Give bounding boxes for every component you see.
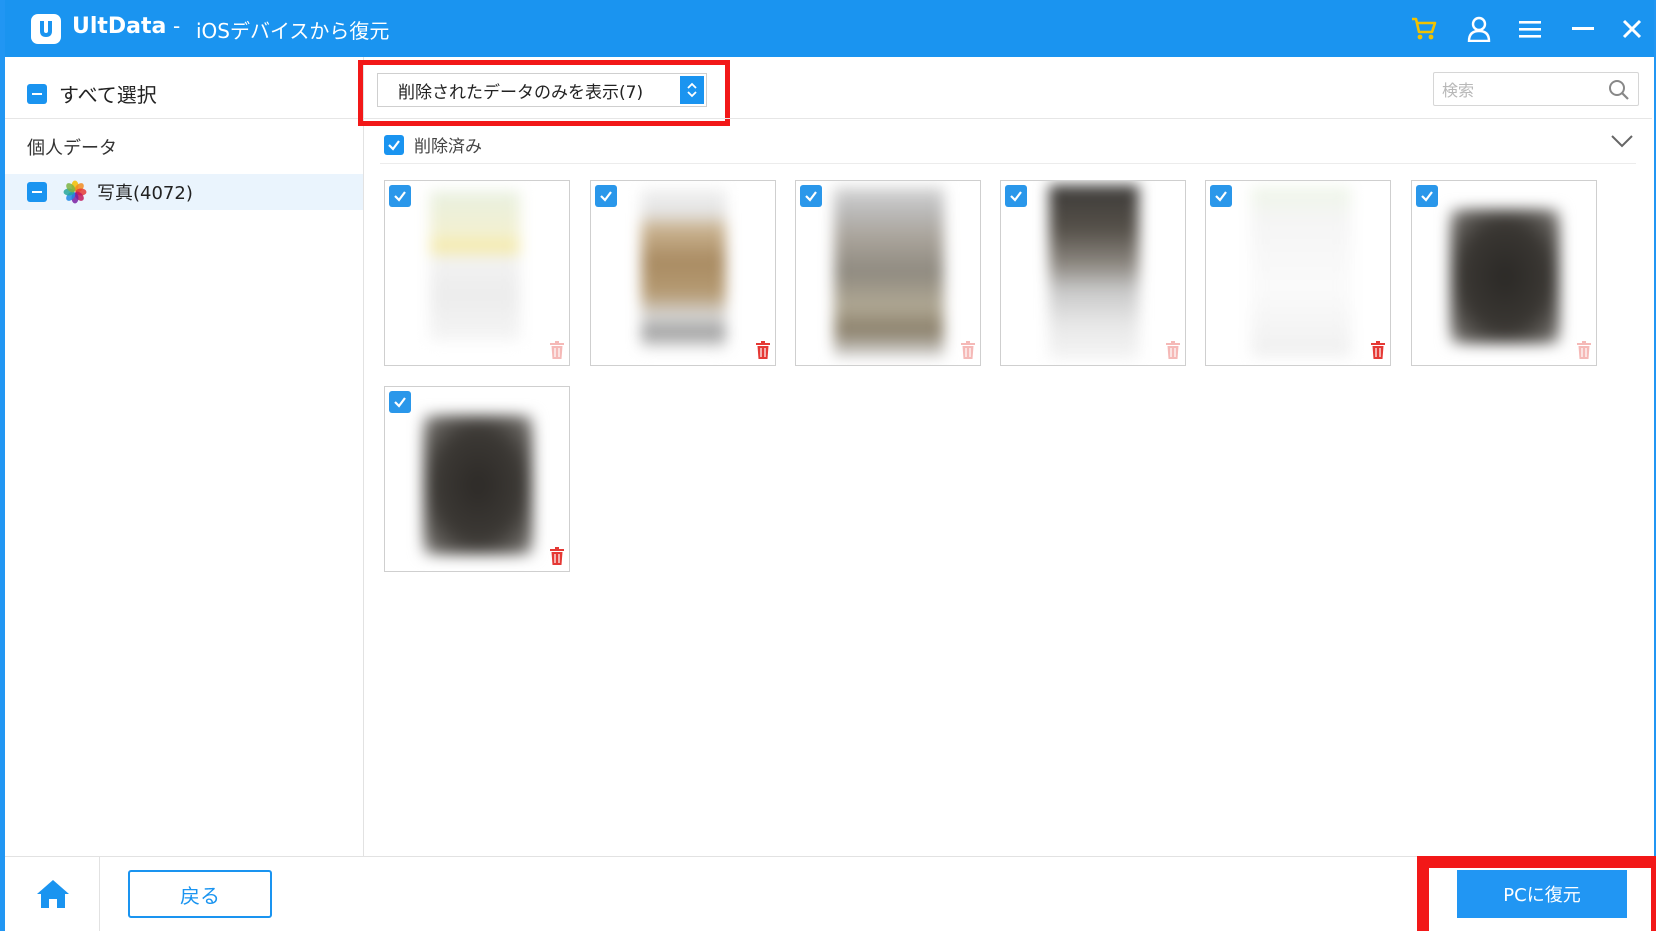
photo-thumbnail[interactable] [1205, 180, 1391, 366]
search-box[interactable] [1433, 72, 1639, 106]
app-name: UltData [72, 14, 167, 39]
select-all-label: すべて選択 [59, 83, 157, 107]
filter-dropdown-value: 削除されたデータのみを表示(7) [398, 82, 644, 103]
select-all-checkbox[interactable] [27, 83, 47, 104]
main-divider [364, 118, 1652, 119]
trash-icon [1370, 341, 1386, 359]
title-separator: - [173, 14, 181, 38]
minimize-icon[interactable] [1568, 14, 1598, 44]
thumbnail-checkbox[interactable] [389, 391, 411, 413]
sidebar: すべて選択 個人データ 写真(4072) [5, 57, 364, 857]
group-header[interactable]: 削除済み [384, 132, 482, 157]
photos-icon [63, 180, 87, 204]
thumbnail-checkbox[interactable] [389, 185, 411, 207]
trash-icon [755, 341, 771, 359]
trash-icon [549, 547, 565, 565]
sidebar-item-photos[interactable]: 写真(4072) [5, 174, 363, 210]
sidebar-item-label: 写真(4072) [97, 183, 193, 204]
home-separator [99, 857, 100, 931]
photo-thumbnail[interactable] [1411, 180, 1597, 366]
trash-icon [1576, 341, 1592, 359]
back-button[interactable]: 戻る [128, 870, 272, 918]
trash-icon [549, 341, 565, 359]
chevron-down-icon[interactable] [1610, 133, 1634, 153]
app-window: UltData - iOSデバイスから復元 すべて選択 個人データ 写真(407… [0, 0, 1656, 931]
bottom-divider [5, 856, 1654, 857]
search-input[interactable] [1440, 78, 1604, 102]
filter-dropdown[interactable]: 削除されたデータのみを表示(7) [377, 73, 707, 107]
recover-to-pc-button[interactable]: PCに復元 [1457, 870, 1627, 918]
group-label: 削除済み [414, 137, 482, 157]
photo-thumbnail[interactable] [795, 180, 981, 366]
user-icon[interactable] [1464, 14, 1494, 44]
logo-icon [31, 14, 61, 44]
thumbnail-checkbox[interactable] [1416, 185, 1438, 207]
close-icon[interactable] [1617, 14, 1647, 44]
thumbnail-checkbox[interactable] [800, 185, 822, 207]
trash-icon [1165, 341, 1181, 359]
search-icon[interactable] [1608, 79, 1630, 101]
group-divider [380, 163, 1636, 164]
select-all-row[interactable]: すべて選択 [27, 79, 157, 108]
cart-icon[interactable] [1409, 14, 1439, 44]
photo-thumbnail[interactable] [1000, 180, 1186, 366]
thumbnail-checkbox[interactable] [1210, 185, 1232, 207]
updown-arrow-icon[interactable] [680, 76, 704, 104]
group-checkbox[interactable] [384, 134, 404, 155]
home-icon[interactable] [35, 878, 71, 912]
trash-icon [960, 341, 976, 359]
photo-thumbnail[interactable] [590, 180, 776, 366]
photo-thumbnail[interactable] [384, 386, 570, 572]
thumbnail-checkbox[interactable] [1005, 185, 1027, 207]
menu-icon[interactable] [1515, 14, 1545, 44]
photos-checkbox[interactable] [27, 182, 47, 202]
section-title: 個人データ [27, 138, 117, 159]
photo-thumbnail[interactable] [384, 180, 570, 366]
sidebar-divider [5, 118, 363, 119]
window-subtitle: iOSデバイスから復元 [196, 19, 390, 43]
thumbnail-checkbox[interactable] [595, 185, 617, 207]
title-bar: UltData - iOSデバイスから復元 [5, 0, 1654, 57]
